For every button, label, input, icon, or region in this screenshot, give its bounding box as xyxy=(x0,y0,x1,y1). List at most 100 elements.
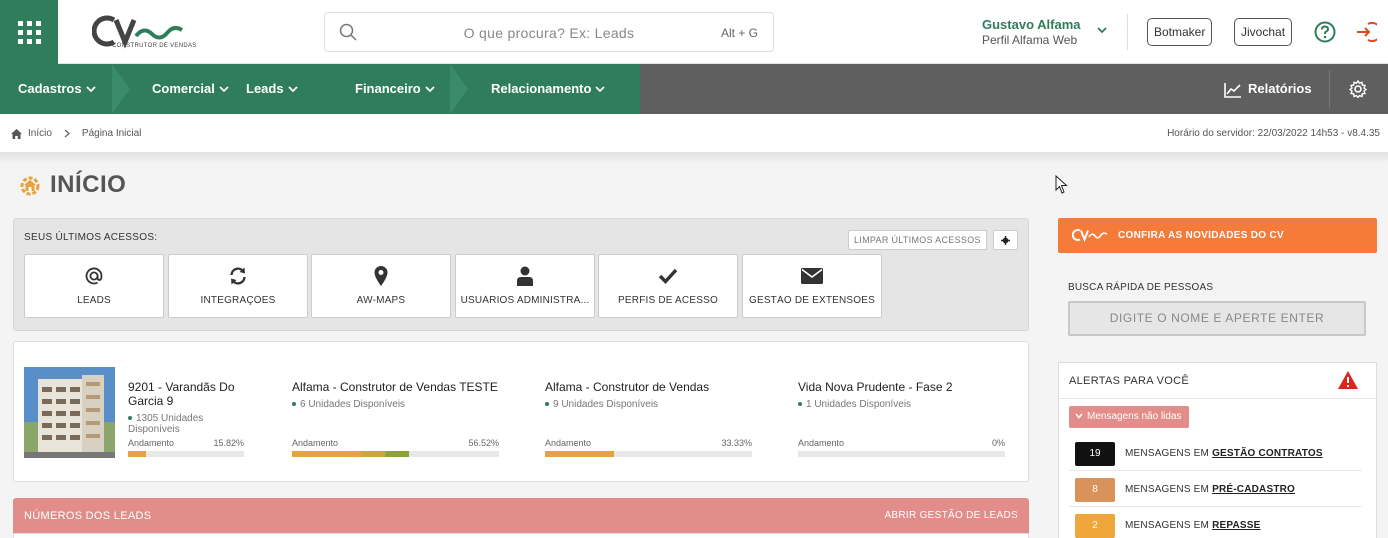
leads-numbers-body xyxy=(13,533,1029,538)
user-name[interactable]: Gustavo Alfama xyxy=(982,17,1081,32)
project-units-text: 9 Unidades Disponíveis xyxy=(553,399,659,410)
global-search[interactable]: O que procura? Ex: Leads Alt + G xyxy=(324,12,774,52)
message-row[interactable]: 2 MENSAGENS EM REPASSE xyxy=(1069,507,1362,538)
recent-access-title: SEUS ÚLTIMOS ACESSOS: xyxy=(24,232,158,243)
breadcrumb-current: Página Inicial xyxy=(81,128,142,139)
help-icon[interactable] xyxy=(1314,21,1336,43)
tile-label: INTEGRAÇÕES xyxy=(200,295,276,306)
nav-cadastros[interactable]: Cadastros xyxy=(18,64,96,114)
building-image[interactable] xyxy=(24,367,115,458)
project-units: 1 Unidades Disponíveis xyxy=(798,399,1013,410)
shadow-band xyxy=(0,152,1388,164)
divider xyxy=(1329,70,1330,108)
chevron-down-icon xyxy=(85,86,96,93)
nav-comercial[interactable]: Comercial xyxy=(152,64,229,114)
recent-tile-integracoes[interactable]: INTEGRAÇÕES xyxy=(168,254,308,318)
project-units-text: 1305 Unidades Disponíveis xyxy=(128,413,204,435)
gear-icon[interactable] xyxy=(1349,80,1367,98)
progress-label: Andamento xyxy=(545,438,592,448)
progress-label: Andamento xyxy=(128,438,175,448)
message-text: MENSAGENS EM REPASSE xyxy=(1125,520,1261,531)
jivochat-button[interactable]: Jivochat xyxy=(1234,18,1293,46)
recent-tile-extensoes[interactable]: GESTÃO DE EXTENSÕES xyxy=(742,254,882,318)
chevron-down-icon xyxy=(425,86,435,93)
project-name[interactable]: Alfama - Construtor de Vendas TESTE xyxy=(292,380,507,394)
sync-icon xyxy=(230,267,246,285)
recent-settings-button[interactable] xyxy=(993,230,1018,250)
project-name[interactable]: Alfama - Construtor de Vendas xyxy=(545,380,760,394)
logout-icon[interactable] xyxy=(1355,21,1377,43)
progress-value: 0% xyxy=(991,438,1005,448)
unread-messages-toggle[interactable]: Mensagens não lidas xyxy=(1069,406,1189,428)
message-prefix: MENSAGENS EM xyxy=(1125,448,1210,459)
project-units: 9 Unidades Disponíveis xyxy=(545,399,760,410)
nav-label: Relatórios xyxy=(1248,81,1312,96)
botmaker-button[interactable]: Botmaker xyxy=(1147,18,1213,46)
chevron-down-icon xyxy=(219,86,229,93)
project-card[interactable]: Vida Nova Prudente - Fase 2 1 Unidades D… xyxy=(798,380,1013,410)
logo-subtitle: CONSTRUTOR DE VENDAS xyxy=(112,43,197,49)
leads-numbers-title: NÚMEROS DOS LEADS xyxy=(24,510,152,522)
cv-logo-small xyxy=(1072,229,1108,242)
at-icon xyxy=(85,267,103,285)
message-row[interactable]: 19 MENSAGENS EM GESTÃO CONTRATOS xyxy=(1069,435,1362,471)
recent-tile-perfis[interactable]: PERFIS DE ACESSO xyxy=(598,254,738,318)
grid-icon xyxy=(17,20,41,44)
nav-relatorios[interactable]: Relatórios xyxy=(1224,64,1312,114)
message-prefix: MENSAGENS EM xyxy=(1125,520,1210,531)
breadcrumb-bar: Início Página Inicial Horário do servido… xyxy=(0,114,1388,154)
project-card[interactable]: Alfama - Construtor de Vendas TESTE 6 Un… xyxy=(292,380,507,410)
divider xyxy=(1127,14,1128,50)
home-icon xyxy=(11,128,22,139)
message-text: MENSAGENS EM PRÉ-CADASTRO xyxy=(1125,484,1295,495)
home-gear-icon xyxy=(20,176,40,196)
project-progress: Andamento 56.52% xyxy=(292,438,499,457)
breadcrumb-home[interactable]: Início xyxy=(28,128,52,139)
message-row[interactable]: 8 MENSAGENS EM PRÉ-CADASTRO xyxy=(1069,471,1362,507)
nav-leads[interactable]: Leads xyxy=(246,64,298,114)
project-name[interactable]: Vida Nova Prudente - Fase 2 xyxy=(798,380,1013,394)
progress-value: 56.52% xyxy=(468,438,499,448)
nav-relacionamento[interactable]: Relacionamento xyxy=(491,64,606,114)
chevron-down-icon xyxy=(595,86,606,93)
apps-menu-button[interactable] xyxy=(0,0,58,64)
recent-tile-usuarios[interactable]: USUÁRIOS ADMINISTRA... xyxy=(455,254,595,318)
warning-icon xyxy=(1338,371,1358,389)
message-target-link[interactable]: GESTÃO CONTRATOS xyxy=(1212,448,1323,459)
project-units-text: 1 Unidades Disponíveis xyxy=(806,399,912,410)
recent-tile-leads[interactable]: LEADS xyxy=(24,254,164,318)
user-profile: Perfil Alfama Web xyxy=(982,33,1078,47)
alerts-panel: ALERTAS PARA VOCÊ Mensagens não lidas 19… xyxy=(1058,362,1377,538)
project-card[interactable]: Alfama - Construtor de Vendas 9 Unidades… xyxy=(545,380,760,410)
chevron-down-icon[interactable] xyxy=(1097,26,1107,34)
chart-line-icon xyxy=(1224,82,1241,98)
message-target-link[interactable]: REPASSE xyxy=(1212,520,1260,531)
main-nav: Cadastros Comercial Leads Financeiro Rel… xyxy=(0,64,1388,114)
chevron-down-icon xyxy=(287,86,298,93)
project-progress: Andamento 0% xyxy=(798,438,1005,457)
progress-fill xyxy=(545,451,614,457)
project-units: 1305 Unidades Disponíveis xyxy=(128,413,248,435)
open-leads-link[interactable]: ABRIR GESTÃO DE LEADS xyxy=(884,510,1018,521)
progress-label: Andamento xyxy=(798,438,845,448)
progress-fill xyxy=(128,451,147,457)
message-count: 2 xyxy=(1075,514,1115,538)
news-button[interactable]: CONFIRA AS NOVIDADES DO CV xyxy=(1058,218,1377,253)
project-name[interactable]: 9201 - Varandãs Do Garcia 9 xyxy=(128,380,248,408)
unread-label: Mensagens não lidas xyxy=(1087,411,1182,422)
project-units: 6 Unidades Disponíveis xyxy=(292,399,507,410)
clear-recent-button[interactable]: LIMPAR ÚLTIMOS ACESSOS xyxy=(848,230,987,250)
project-progress: Andamento 33.33% xyxy=(545,438,752,457)
tile-label: LEADS xyxy=(77,295,111,306)
server-time: Horário do servidor: 22/03/2022 14h53 - … xyxy=(1167,128,1380,139)
tile-label: GESTÃO DE EXTENSÕES xyxy=(748,295,876,306)
search-placeholder: O que procura? Ex: Leads xyxy=(463,25,635,41)
tile-label: PERFIS DE ACESSO xyxy=(618,295,718,306)
message-count: 8 xyxy=(1075,478,1115,502)
message-target-link[interactable]: PRÉ-CADASTRO xyxy=(1212,484,1295,495)
quick-search-input[interactable]: DIGITE O NOME E APERTE ENTER xyxy=(1068,301,1366,336)
nav-financeiro[interactable]: Financeiro xyxy=(355,64,435,114)
recent-tile-aw-maps[interactable]: AW-MAPS xyxy=(311,254,451,318)
project-card[interactable]: 9201 - Varandãs Do Garcia 9 1305 Unidade… xyxy=(128,380,248,435)
tile-label: USUÁRIOS ADMINISTRA... xyxy=(460,295,590,306)
